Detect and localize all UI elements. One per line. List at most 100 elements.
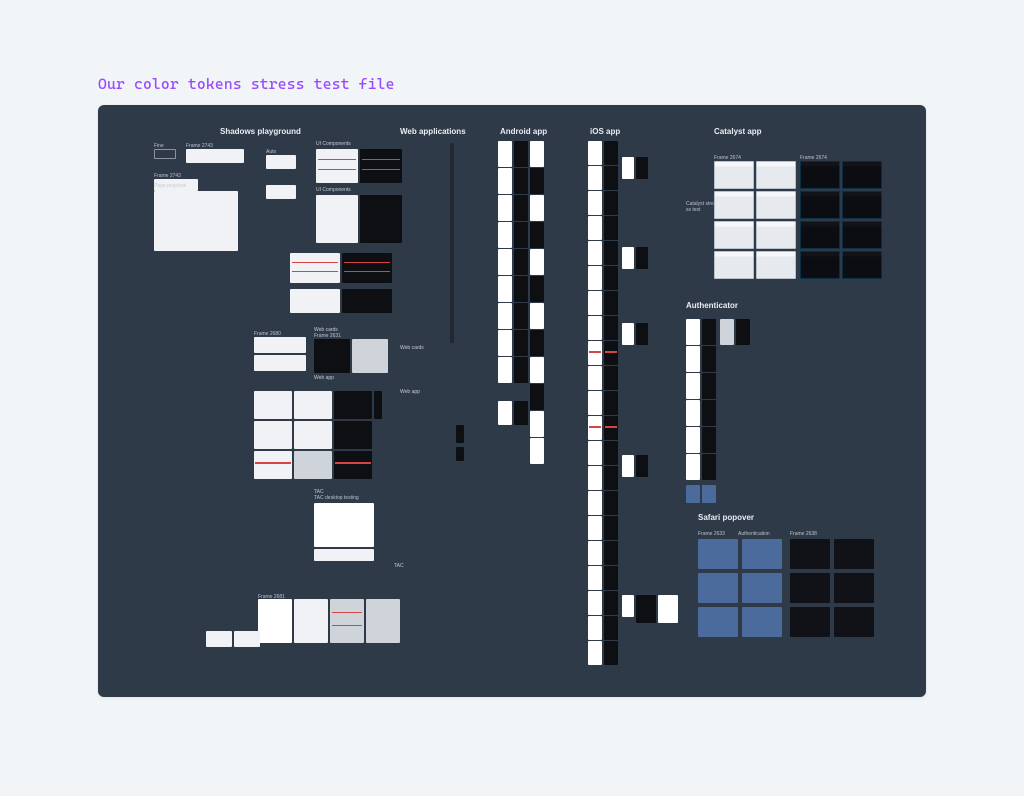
artboard[interactable] <box>360 149 402 183</box>
artboard[interactable] <box>154 149 176 159</box>
catalyst-thumb[interactable] <box>842 191 882 219</box>
page-title: Our color tokens stress test file <box>98 75 395 93</box>
artboard[interactable] <box>294 391 332 419</box>
artboard[interactable] <box>456 447 464 461</box>
artboard[interactable] <box>314 503 374 547</box>
artboard[interactable] <box>360 195 402 243</box>
artboard[interactable] <box>498 401 512 425</box>
artboard[interactable] <box>254 451 292 479</box>
artboard[interactable] <box>342 289 392 313</box>
safari-thumb[interactable] <box>834 607 874 637</box>
artboard[interactable] <box>314 339 350 373</box>
safari-thumb[interactable] <box>698 573 738 603</box>
artboard[interactable] <box>266 155 296 169</box>
artboard[interactable] <box>514 401 528 425</box>
artboard[interactable] <box>294 421 332 449</box>
artboard[interactable] <box>254 421 292 449</box>
artboard[interactable] <box>254 337 306 353</box>
catalyst-thumb[interactable] <box>800 221 840 249</box>
section-catalyst: Catalyst app <box>714 127 762 136</box>
artboard[interactable] <box>294 451 332 479</box>
safari-thumb[interactable] <box>790 539 830 569</box>
catalyst-thumb[interactable] <box>842 161 882 189</box>
artboard[interactable] <box>622 455 634 477</box>
artboard[interactable] <box>686 485 700 503</box>
artboard[interactable] <box>622 157 634 179</box>
catalyst-thumb[interactable] <box>714 191 754 219</box>
artboard[interactable] <box>316 195 358 243</box>
ios-col-dark[interactable] <box>604 141 618 665</box>
artboard[interactable] <box>342 253 392 283</box>
catalyst-thumb[interactable] <box>756 251 796 279</box>
artboard[interactable] <box>720 319 734 345</box>
section-shadows: Shadows playground <box>220 127 301 136</box>
safari-thumb[interactable] <box>742 607 782 637</box>
catalyst-thumb[interactable] <box>714 221 754 249</box>
artboard[interactable] <box>366 599 400 643</box>
artboard[interactable] <box>154 191 238 251</box>
catalyst-thumb[interactable] <box>842 221 882 249</box>
artboard[interactable] <box>636 595 656 623</box>
auth-col[interactable] <box>686 319 700 480</box>
catalyst-thumb[interactable] <box>714 251 754 279</box>
catalyst-thumb[interactable] <box>756 161 796 189</box>
artboard[interactable] <box>334 451 372 479</box>
frame-label: Authentication <box>738 531 770 537</box>
artboard[interactable] <box>636 247 648 269</box>
safari-thumb[interactable] <box>742 573 782 603</box>
artboard[interactable] <box>186 149 244 163</box>
artboard[interactable] <box>622 323 634 345</box>
artboard[interactable] <box>316 149 358 183</box>
artboard[interactable] <box>334 421 372 449</box>
artboard[interactable] <box>622 247 634 269</box>
artboard[interactable] <box>314 549 374 561</box>
safari-thumb[interactable] <box>790 607 830 637</box>
safari-thumb[interactable] <box>698 607 738 637</box>
catalyst-thumb[interactable] <box>800 191 840 219</box>
artboard[interactable] <box>266 185 296 199</box>
catalyst-thumb[interactable] <box>800 251 840 279</box>
frame-label: Catalyst stress test <box>686 201 716 213</box>
artboard[interactable] <box>636 157 648 179</box>
ios-col-light[interactable] <box>588 141 602 665</box>
label-tac-desktop: TAC desktop testing <box>314 495 359 501</box>
artboard[interactable] <box>636 323 648 345</box>
artboard[interactable] <box>290 289 340 313</box>
label-web-app-2: Web app <box>400 389 420 395</box>
scroll-preview[interactable] <box>450 143 454 343</box>
catalyst-thumb[interactable] <box>756 221 796 249</box>
safari-thumb[interactable] <box>834 573 874 603</box>
artboard[interactable] <box>234 631 260 647</box>
safari-thumb[interactable] <box>698 539 738 569</box>
auth-col[interactable] <box>702 319 716 480</box>
label-web-cards-2: Web cards <box>400 345 424 351</box>
catalyst-thumb[interactable] <box>800 161 840 189</box>
section-ios: iOS app <box>590 127 620 136</box>
artboard[interactable] <box>290 253 340 283</box>
figma-canvas[interactable]: Shadows playground Web applications Andr… <box>98 105 926 697</box>
artboard[interactable] <box>258 599 292 643</box>
catalyst-thumb[interactable] <box>714 161 754 189</box>
artboard[interactable] <box>330 599 364 643</box>
artboard[interactable] <box>456 425 464 443</box>
artboard[interactable] <box>622 595 634 617</box>
label-page-proposal: Page proposal <box>154 183 186 189</box>
artboard[interactable] <box>254 391 292 419</box>
artboard[interactable] <box>254 355 306 371</box>
artboard[interactable] <box>736 319 750 345</box>
artboard[interactable] <box>702 485 716 503</box>
catalyst-thumb[interactable] <box>756 191 796 219</box>
artboard[interactable] <box>636 455 648 477</box>
safari-thumb[interactable] <box>790 573 830 603</box>
artboard[interactable] <box>334 391 372 419</box>
label-ui-components: UI Components <box>316 141 351 147</box>
artboard[interactable] <box>206 631 232 647</box>
artboard[interactable] <box>374 391 382 419</box>
frame-label: Frame 2638 <box>790 531 817 537</box>
safari-thumb[interactable] <box>834 539 874 569</box>
artboard[interactable] <box>352 339 388 373</box>
catalyst-thumb[interactable] <box>842 251 882 279</box>
safari-thumb[interactable] <box>742 539 782 569</box>
artboard[interactable] <box>294 599 328 643</box>
artboard[interactable] <box>658 595 678 623</box>
